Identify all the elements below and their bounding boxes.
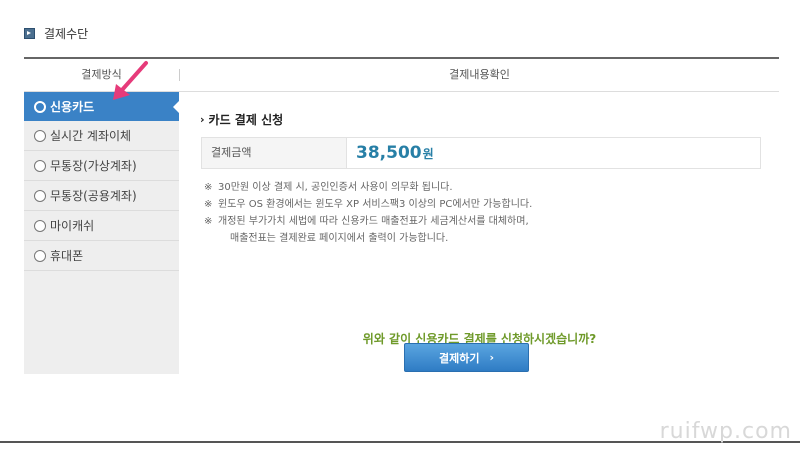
notice-mark: ※ [204,199,213,210]
bullet-arrow-icon [24,28,35,39]
amount-number: 38,500 [356,143,422,163]
section-header: 결제수단 [24,25,88,42]
apply-heading: › 카드 결제 신청 [200,111,283,128]
method-realtime-transfer[interactable]: 실시간 계좌이체 [24,121,179,151]
method-credit-card[interactable]: 신용카드 [24,92,180,121]
amount-unit: 원 [422,147,434,161]
method-label: 신용카드 [50,100,95,114]
method-label: 마이캐쉬 [50,219,95,233]
amount-value: 38,500원 [356,138,434,168]
notice-text: 개정된 부가가치 세법에 따라 신용카드 매출전표가 세금계산서를 대체하며, [218,216,529,227]
notice-mark: ※ [204,216,213,227]
radio-icon[interactable] [34,189,46,202]
payment-content: › 카드 결제 신청 결제금액 38,500원 ※ 30만원 이상 결제 시, … [180,92,779,374]
header-payment-confirm: 결제내용확인 [449,68,510,81]
method-label: 무통장(공용계좌) [50,189,137,203]
method-shared-account[interactable]: 무통장(공용계좌) [24,181,179,211]
payment-method-list: 신용카드 실시간 계좌이체 무통장(가상계좌) 무통장(공용계좌) 마이캐쉬 휴… [24,92,180,374]
method-virtual-account[interactable]: 무통장(가상계좌) [24,151,179,181]
pointer-arrow-icon [113,61,148,100]
notice-item: ※ 윈도우 OS 환경에서는 윈도우 XP 서비스팩3 이상의 PC에서만 가능… [204,196,532,213]
chevron-right-icon: › [200,113,205,126]
chevron-right-icon: › [489,351,495,364]
notice-item: ※ 30만원 이상 결제 시, 공인인증서 사용이 의무화 됩니다. [204,179,532,196]
notice-mark [216,230,230,247]
notice-item: ※ 개정된 부가가치 세법에 따라 신용카드 매출전표가 세금계산서를 대체하며… [204,213,532,230]
notice-list: ※ 30만원 이상 결제 시, 공인인증서 사용이 의무화 됩니다. ※ 윈도우… [204,179,532,247]
radio-icon[interactable] [34,100,46,113]
radio-icon[interactable] [34,249,46,262]
notice-text: 매출전표는 결제완료 페이지에서 출력이 가능합니다. [230,233,449,244]
pay-button-label: 결제하기 [438,351,480,365]
amount-label: 결제금액 [202,138,347,168]
method-mycash[interactable]: 마이캐쉬 [24,211,179,241]
method-label: 무통장(가상계좌) [50,159,137,173]
radio-icon[interactable] [34,129,46,142]
notice-item: 매출전표는 결제완료 페이지에서 출력이 가능합니다. [204,230,532,247]
notice-mark: ※ [204,182,213,193]
pay-button[interactable]: 결제하기 › [404,343,529,372]
method-label: 실시간 계좌이체 [50,129,132,143]
section-title: 결제수단 [44,27,89,41]
header-payment-method: 결제방식 [81,68,122,81]
method-mobile-phone[interactable]: 휴대폰 [24,241,179,271]
radio-icon[interactable] [34,159,46,172]
notice-text: 윈도우 OS 환경에서는 윈도우 XP 서비스팩3 이상의 PC에서만 가능합니… [218,199,533,210]
amount-row: 결제금액 38,500원 [201,137,761,169]
apply-title: 카드 결제 신청 [208,113,284,127]
payment-panel: 결제방식 결제내용확인 신용카드 실시간 계좌이체 무통장(가상계좌) 무통장(… [24,57,779,374]
radio-icon[interactable] [34,219,46,232]
watermark: ruifwp.com [659,419,792,444]
notice-text: 30만원 이상 결제 시, 공인인증서 사용이 의무화 됩니다. [218,182,453,193]
method-label: 휴대폰 [50,249,84,263]
